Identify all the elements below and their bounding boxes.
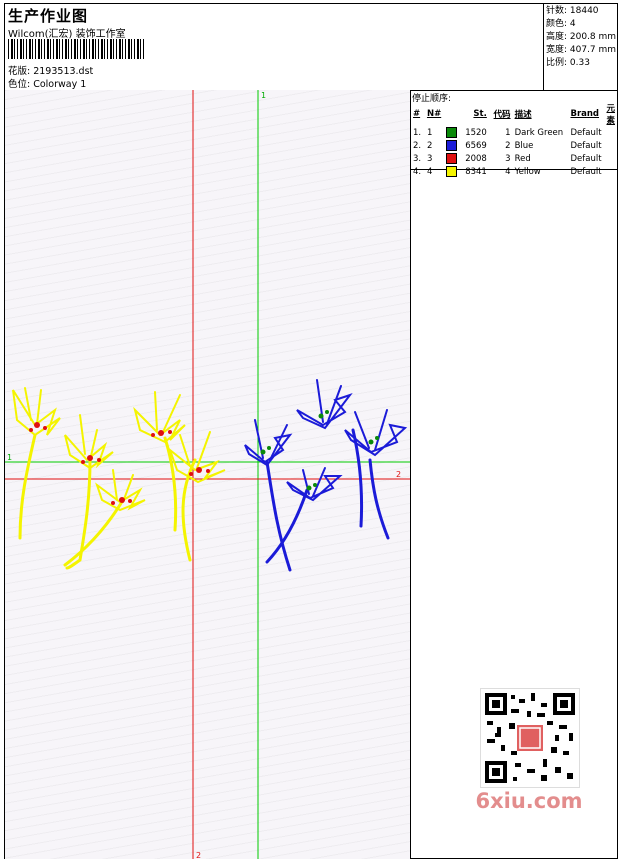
row-description: Blue: [514, 140, 534, 151]
design-file-label: 花版: 2193513.dst: [8, 66, 94, 77]
row-index: 2.: [413, 140, 422, 151]
red-v-label: 2: [196, 851, 201, 859]
table-row: 4. 4 8341 4 Yellow Default: [411, 165, 617, 178]
col-description: 描述: [514, 110, 532, 120]
color-swatch: [446, 166, 458, 177]
green-v-label: 1: [261, 91, 266, 100]
row-number: 3: [425, 152, 463, 165]
col-code: 代码: [493, 110, 511, 120]
design-height: 高度: 200.8 mm: [546, 32, 617, 42]
col-element: 元素: [606, 104, 615, 126]
color-swatch: [446, 140, 458, 151]
watermark: 6xiu.com: [471, 685, 587, 819]
row-brand: Default: [570, 166, 602, 177]
row-code: 3: [505, 153, 511, 164]
barcode: [8, 39, 144, 59]
qr-code-icon: [480, 688, 580, 788]
production-sheet: 生产作业图 Wilcom(汇宏) 装饰工作室 花版: 2193513.dst 色…: [4, 3, 618, 859]
row-description: Yellow: [514, 166, 541, 177]
row-number: 2: [425, 139, 463, 152]
row-element: [604, 165, 617, 178]
table-row: 2. 2 6569 2 Blue Default: [411, 139, 617, 152]
row-description: Red: [514, 153, 531, 164]
row-index: 3.: [413, 153, 422, 164]
row-code: 1: [505, 127, 511, 138]
row-brand: Default: [570, 127, 602, 138]
row-needle: 4: [426, 167, 433, 177]
red-accent-group: [29, 422, 210, 505]
stop-sequence-table: # N# St. 代码 描述 Brand 元素 1. 1 1520 1 Dark Gre…: [411, 102, 617, 178]
row-stitches: 1520: [465, 127, 487, 138]
table-row: 3. 3 2008 3 Red Default: [411, 152, 617, 165]
color-swatch: [446, 127, 458, 138]
stats-box: 针数: 18440 颜色: 4 高度: 200.8 mm 宽度: 407.7 m…: [543, 4, 617, 90]
col-index: #: [413, 109, 421, 119]
row-element: [604, 139, 617, 152]
col-brand: Brand: [570, 109, 600, 119]
sheet-title: 生产作业图: [8, 7, 89, 25]
row-element: [604, 152, 617, 165]
color-swatch: [446, 153, 458, 164]
row-description: Dark Green: [514, 127, 564, 138]
row-needle: 1: [426, 128, 433, 138]
stitch-count: 针数: 18440: [546, 6, 599, 16]
row-index: 1.: [413, 127, 422, 138]
row-number: 1: [425, 126, 463, 139]
col-number: N#: [426, 109, 442, 119]
design-width: 宽度: 407.7 mm: [546, 45, 617, 55]
row-brand: Default: [570, 153, 602, 164]
row-element: [604, 126, 617, 139]
green-h-label: 1: [7, 453, 12, 462]
color-count: 颜色: 4: [546, 19, 576, 29]
design-scale: 比例: 0.33: [546, 58, 590, 68]
col-stitches: St.: [473, 109, 487, 119]
row-code: 2: [505, 140, 511, 151]
red-h-label: 2: [396, 470, 401, 479]
blue-flower-group: [244, 379, 408, 572]
row-stitches: 8341: [465, 166, 487, 177]
row-number: 4: [425, 165, 463, 178]
design-preview: 1 1 2 2: [5, 90, 410, 859]
row-brand: Default: [570, 140, 602, 151]
row-code: 4: [505, 166, 511, 177]
company-name: Wilcom(汇宏) 装饰工作室: [8, 29, 126, 40]
table-header-row: # N# St. 代码 描述 Brand 元素: [411, 102, 617, 126]
row-stitches: 2008: [465, 153, 487, 164]
table-row: 1. 1 1520 1 Dark Green Default: [411, 126, 617, 139]
row-needle: 2: [426, 141, 433, 151]
colorway-label: 色位: Colorway 1: [8, 79, 87, 90]
row-index: 4.: [413, 166, 422, 177]
row-stitches: 6569: [465, 140, 487, 151]
stop-sequence-panel: 停止顺序: # N# St. 代码 描述 Brand 元素 1. 1 1520 1 Da…: [410, 90, 617, 177]
design-canvas[interactable]: 1 1 2 2: [5, 90, 411, 859]
watermark-text: 6xiu.com: [475, 789, 583, 813]
sheet-header: 生产作业图 Wilcom(汇宏) 装饰工作室 花版: 2193513.dst 色…: [5, 4, 617, 91]
row-needle: 3: [426, 154, 433, 164]
